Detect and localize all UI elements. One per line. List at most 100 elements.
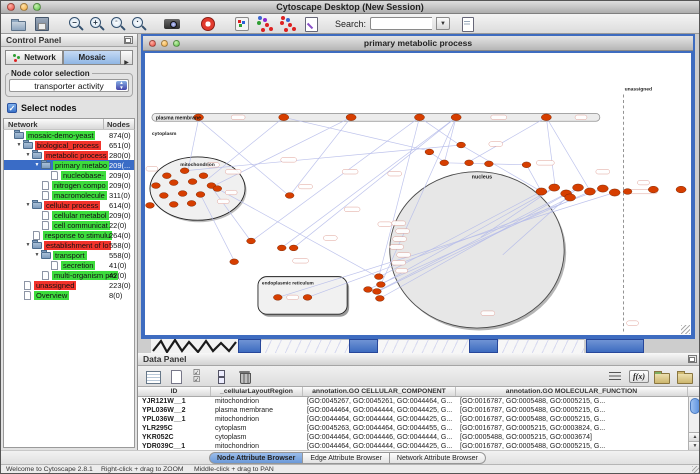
tree-row-nitrogen-compo[interactable]: nitrogen compo209(0) (4, 180, 134, 190)
network-view-window[interactable]: primary metabolic process plasma membran… (141, 34, 695, 339)
zoom-in-icon[interactable] (88, 15, 105, 32)
node-color-dropdown[interactable]: transporter activity ▲▼ (9, 79, 129, 92)
scroll-down-icon[interactable]: ▼ (689, 441, 700, 450)
node[interactable] (584, 188, 595, 195)
network-view-titlebar[interactable]: primary metabolic process (143, 36, 693, 51)
cell-id[interactable]: YPL036W__1 (138, 415, 211, 424)
node[interactable] (565, 194, 576, 201)
snapshot-icon[interactable] (163, 15, 182, 32)
table-row[interactable]: YJR121W__1mitochondrion[GO:0045267, GO:0… (138, 397, 700, 406)
table-row[interactable]: YLR295Ccytoplasm[GO:0045263, GO:0044464,… (138, 424, 700, 433)
tree-row-macromolecule[interactable]: macromolecule311(0) (4, 190, 134, 200)
node[interactable] (277, 245, 286, 251)
node[interactable] (522, 162, 531, 168)
tab-network-attribute-browser[interactable]: Network Attribute Browser (390, 452, 486, 464)
window-titlebar[interactable]: Cytoscape Desktop (New Session) (1, 1, 699, 14)
tree-row-unassigned[interactable]: unassigned223(0) (4, 280, 134, 290)
table-row[interactable]: YPL036W__1mitochondrion[GO:0044464, GO:0… (138, 415, 700, 424)
node[interactable] (374, 274, 383, 280)
tree-row-overview[interactable]: Overview8(0) (4, 290, 134, 300)
column-header-3[interactable]: annotation.GO MOLECULAR_FUNCTION (456, 387, 688, 396)
tree-row-cellular-metabol[interactable]: cellular metabol209(0) (4, 210, 134, 220)
node[interactable] (279, 114, 289, 121)
node[interactable] (346, 114, 356, 121)
node[interactable] (597, 185, 608, 192)
node[interactable] (152, 183, 161, 189)
tree-row-transport[interactable]: ▼transport558(0) (4, 250, 134, 260)
cell-region[interactable]: mitochondrion (211, 397, 303, 406)
network-modify-2-icon[interactable] (279, 15, 298, 32)
table-row[interactable]: YKR052Ccytoplasm[GO:0044464, GO:0044446,… (138, 433, 700, 442)
vertical-scrollbar[interactable]: ▲ ▼ (688, 397, 700, 450)
expander-icon[interactable]: ▼ (24, 242, 32, 248)
node[interactable] (425, 149, 434, 155)
tree-row-response-to-stimulu[interactable]: response to stimulu264(0) (4, 230, 134, 240)
cell-id[interactable]: YKR052C (138, 433, 211, 442)
delete-row-icon[interactable] (236, 368, 255, 385)
node[interactable] (188, 179, 197, 185)
cell-molecular-function[interactable]: [GO:0016787, GO:0005488, GO:0005215, G..… (456, 397, 688, 406)
node[interactable] (285, 193, 294, 199)
tree-header-network[interactable]: Network (4, 119, 104, 129)
tree-row-establishment-of-lo[interactable]: ▼establishment of lo558(0) (4, 240, 134, 250)
cell-molecular-function[interactable]: [GO:0016787, GO:0005488, GO:0005215, G..… (456, 415, 688, 424)
column-header-0[interactable]: ID (138, 387, 211, 396)
float-panel-icon[interactable] (688, 355, 697, 363)
expander-icon[interactable]: ▼ (24, 202, 32, 208)
node[interactable] (213, 186, 222, 192)
scrollbar-thumb[interactable] (690, 398, 700, 414)
cell-id[interactable]: YPL036W__2 (138, 406, 211, 415)
search-dropdown-button[interactable]: ▼ (436, 17, 450, 30)
tab-overflow-button[interactable] (121, 50, 133, 65)
open-attributes-icon[interactable] (676, 368, 695, 385)
node[interactable] (199, 173, 208, 179)
expander-icon[interactable]: ▼ (15, 142, 23, 148)
node[interactable] (609, 189, 620, 196)
cell-id[interactable]: YJR121W__1 (138, 397, 211, 406)
node[interactable] (230, 259, 239, 265)
node[interactable] (623, 189, 632, 195)
node[interactable] (373, 289, 382, 295)
node[interactable] (465, 160, 474, 166)
tab-network[interactable]: Network (5, 50, 63, 65)
cell-cellular-component[interactable]: [GO:0045263, GO:0044464, GO:0044455, G..… (303, 424, 456, 433)
node[interactable] (676, 186, 686, 193)
node[interactable] (180, 168, 189, 174)
resize-grip-icon[interactable] (692, 466, 700, 474)
cell-region[interactable]: cytoplasm (211, 433, 303, 442)
set-attribute-icon[interactable] (213, 368, 232, 385)
tree-row-multi-organism-pro[interactable]: multi-organism pro42(0) (4, 270, 134, 280)
cell-region[interactable]: cytoplasm (211, 424, 303, 433)
tree-row-metabolic-process[interactable]: ▼metabolic process280(0) (4, 150, 134, 160)
help-icon[interactable] (198, 15, 217, 32)
tree-row-cellular-process[interactable]: ▼cellular process614(0) (4, 200, 134, 210)
tree-row-mosaic-demo-yeast[interactable]: mosaic-demo-yeast874(0) (4, 130, 134, 140)
node[interactable] (178, 191, 187, 197)
cell-cellular-component[interactable]: [GO:0044464, GO:0044446, GO:0044444, G..… (303, 433, 456, 442)
edit-network-icon[interactable] (302, 15, 321, 32)
node[interactable] (376, 282, 385, 288)
formula-button[interactable]: f(x) (629, 370, 649, 383)
network-canvas[interactable]: plasma membranecytoplasmmitochondrionnuc… (145, 53, 691, 335)
save-icon[interactable] (32, 15, 51, 32)
tree-row-nucleobase-[interactable]: nucleobase-209(0) (4, 170, 134, 180)
tab-mosaic[interactable]: Mosaic (63, 50, 121, 65)
float-panel-icon[interactable] (124, 36, 133, 44)
scroll-up-icon[interactable]: ▲ (689, 432, 700, 441)
node[interactable] (451, 114, 461, 121)
zoom-fit-icon[interactable] (109, 15, 126, 32)
node[interactable] (457, 142, 466, 148)
node[interactable] (484, 161, 493, 167)
cell-cellular-component[interactable]: [GO:0044464, GO:0044444, GO:0044425, G..… (303, 406, 456, 415)
node[interactable] (549, 184, 560, 191)
node[interactable] (162, 173, 171, 179)
create-attribute-icon[interactable] (167, 368, 186, 385)
table-row[interactable]: YPL036W__2plasma membrane[GO:0044464, GO… (138, 406, 700, 415)
node[interactable] (159, 193, 168, 199)
expander-icon[interactable]: ▼ (24, 152, 32, 158)
tab-node-attribute-browser[interactable]: Node Attribute Browser (209, 452, 303, 464)
resize-grip-icon[interactable] (681, 325, 690, 334)
cell-cellular-component[interactable]: [GO:0045267, GO:0045261, GO:0044464, G..… (303, 397, 456, 406)
cell-id[interactable]: YLR295C (138, 424, 211, 433)
node[interactable] (187, 201, 196, 207)
